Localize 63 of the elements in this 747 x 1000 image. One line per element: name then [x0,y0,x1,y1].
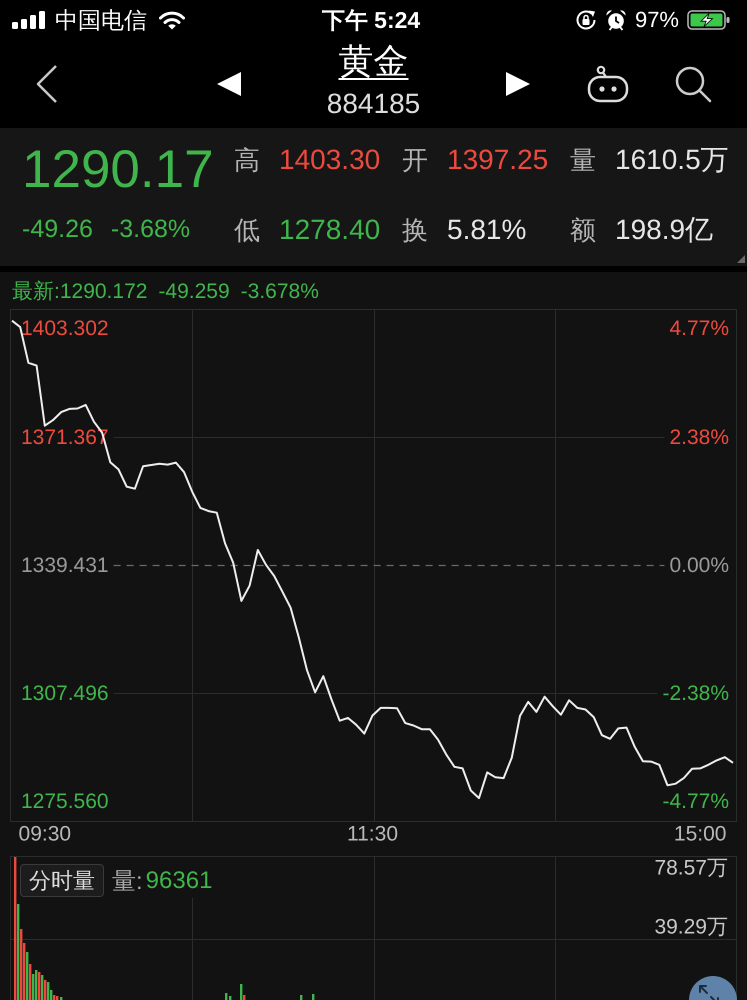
latest-change: -49.259 [158,280,230,304]
volume-bar [300,995,302,1000]
volume-mode-button[interactable]: 分时量 [20,864,104,897]
percent-change: -3.68% [110,216,190,242]
search-icon [674,65,712,103]
time-axis-label: 09:30 [18,822,72,846]
stock-code: 884185 [326,88,420,120]
price-axis-label: 1307.496 [21,682,109,705]
stat-value: 1278.40 [279,214,380,246]
price-change: -49.26 [22,216,93,242]
volume-axis-label: 78.57万 [654,856,728,880]
percent-axis-label: -4.77% [662,790,729,813]
stat-value: 1397.25 [447,144,548,176]
volume-bar [60,997,62,1000]
rotation-lock-icon [574,9,597,31]
percent-axis-label: 4.77% [669,317,729,340]
volume-bar [225,993,228,1000]
stat-label: 换 [402,214,428,246]
volume-bar [229,996,232,1000]
robot-icon [587,65,629,103]
volume-value: 96361 [146,866,212,894]
latest-price: 1290.172 [60,280,148,304]
battery-charging-icon [687,10,730,30]
triangle-left-icon [216,72,241,96]
previous-stock-button[interactable] [216,72,241,96]
chevron-left-icon [35,64,59,104]
latest-label: 最新: [12,280,60,304]
percent-axis-label: 2.38% [669,426,729,449]
volume-label: 量: [112,866,143,896]
stat-label: 开 [402,144,428,176]
time-axis-label: 15:00 [674,822,726,846]
price-axis-label: 1339.431 [21,554,109,577]
robot-button[interactable] [587,65,629,103]
percent-axis-label: 0.00% [669,554,729,577]
stat-value: 198.9亿 [615,213,714,247]
stat-value: 1403.30 [279,144,380,176]
stat-value: 1610.5万 [615,143,729,177]
volume-axis-label: 39.29万 [654,916,728,938]
current-price: 1290.17 [22,140,215,200]
wifi-icon [159,10,185,30]
diagonal-arrows-icon [698,984,720,1000]
carrier-name: 中国电信 [55,6,147,34]
search-button[interactable] [674,65,712,103]
battery-percent: 97% [634,6,679,34]
next-stock-button[interactable] [506,72,530,96]
signal-icon [12,11,46,29]
price-axis-label: 1275.560 [21,790,109,813]
clock-time: 下午 5:24 [322,6,420,34]
price-axis-label: 1403.302 [21,317,109,340]
corner-triangle-icon [737,255,745,263]
percent-axis-label: -2.38% [662,682,729,705]
stat-label: 额 [570,214,596,246]
back-button[interactable] [35,64,59,104]
stat-label: 量 [570,144,596,176]
volume-bar [312,994,314,1000]
triangle-right-icon [506,72,530,96]
stat-label: 高 [234,144,260,176]
alarm-clock-icon [604,9,627,31]
time-axis-label: 11:30 [347,822,398,846]
stat-value: 5.81% [447,214,526,246]
latest-percent-change: -3.678% [240,280,319,304]
stat-label: 低 [234,214,260,246]
stock-title: 黄金 [338,42,408,82]
